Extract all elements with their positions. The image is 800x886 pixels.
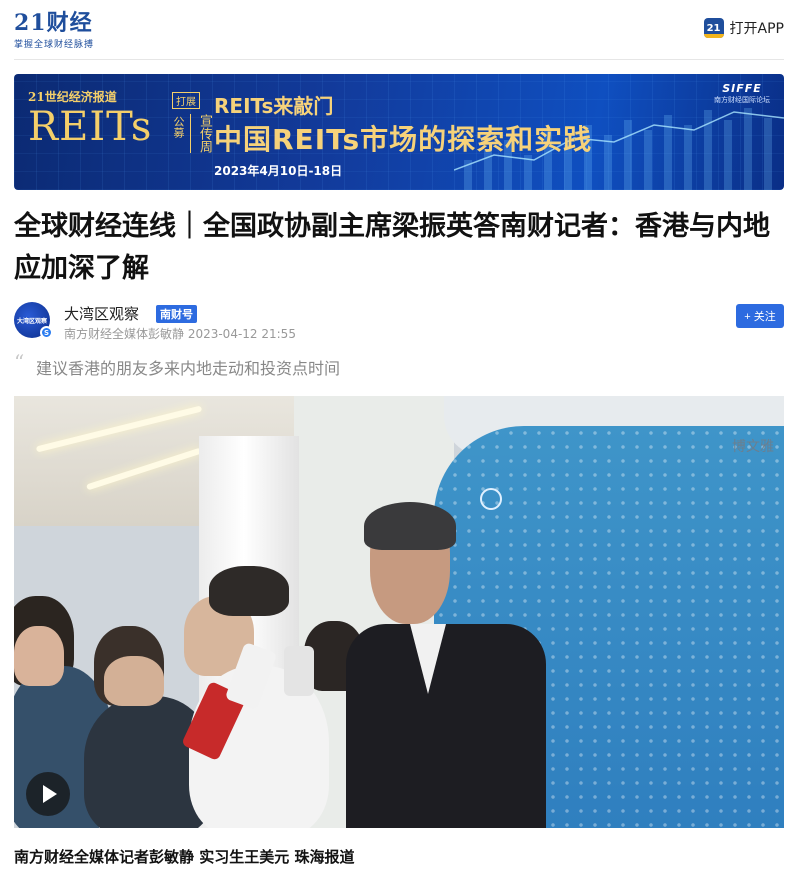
banner-left-block: 21世纪经济报道 REITs [28,88,152,149]
siffe-name-text: 南方财经国际论坛 [714,96,770,104]
author-tag-badge: 南财号 [156,305,197,323]
banner-siffe-logo: SIFFE 南方财经国际论坛 [714,82,770,105]
wall-text: 博文雅 [732,439,774,455]
quote-icon: “ [14,350,25,374]
banner-headline-1: REITs来敲门 [214,94,334,118]
app-icon: 21 [703,18,724,38]
article-title: 全球财经连线｜全国政协副主席梁振英答南财记者：香港与内地应加深了解 [14,211,770,284]
logo-title: 21财经 [14,10,93,36]
follow-button[interactable]: + 关注 [736,304,784,328]
speaker-figure [346,502,546,828]
siffe-logo-text: SIFFE [722,82,762,95]
article-byline: 南方财经全媒体记者彭敏静 实习生王美元 珠海报道 [14,848,355,866]
microphone [284,646,314,696]
banner-gongyi: 公募 [172,116,185,138]
author-meta: 南方财经全媒体彭敏静 2023-04-12 21:55 [64,327,296,341]
open-app-label: 打开APP [729,21,784,37]
banner-date: 2023年4月10日-18日 [214,164,343,178]
verified-badge-icon: S [40,326,53,339]
author-row: 大湾区观察 S 大湾区观察 南财号 南方财经全媒体彭敏静 2023-04-12 … [14,302,784,342]
logo-slogan: 掌握全球财经脉搏 [14,40,95,50]
open-app-button[interactable]: 21 打开APP [703,18,784,38]
speaker-hair [364,502,456,550]
banner-headline-2: 中国REITs市场的探索和实践 [214,123,593,156]
article-summary: “ 建议香港的朋友多来内地走动和投资点时间 [14,350,784,378]
crowd-person [104,656,164,706]
site-logo[interactable]: 21财经 掌握全球财经脉搏 [14,10,94,50]
summary-text: 建议香港的朋友多来内地走动和投资点时间 [36,359,341,378]
author-name[interactable]: 大湾区观察 [64,303,139,324]
avatar-text: 大湾区观察 [16,317,47,325]
speaker-suit [346,624,546,828]
top-bar: 21财经 掌握全球财经脉搏 21 打开APP [14,10,784,60]
banner-tag: 打展 [172,92,200,109]
banner-xuanchuan: 宣传周 [190,114,214,153]
banner-reits-logo: REITs [28,104,153,150]
play-button[interactable] [26,772,70,816]
crowd-person [14,626,64,686]
article-video[interactable]: 博文雅 [14,396,784,828]
banner-paper-name: 21世纪经济报道 [28,90,117,104]
promo-banner[interactable]: 21世纪经济报道 REITs 打展 公募 宣传周 REITs来敲门 中国REIT… [14,74,784,190]
crowd-person [209,566,289,616]
